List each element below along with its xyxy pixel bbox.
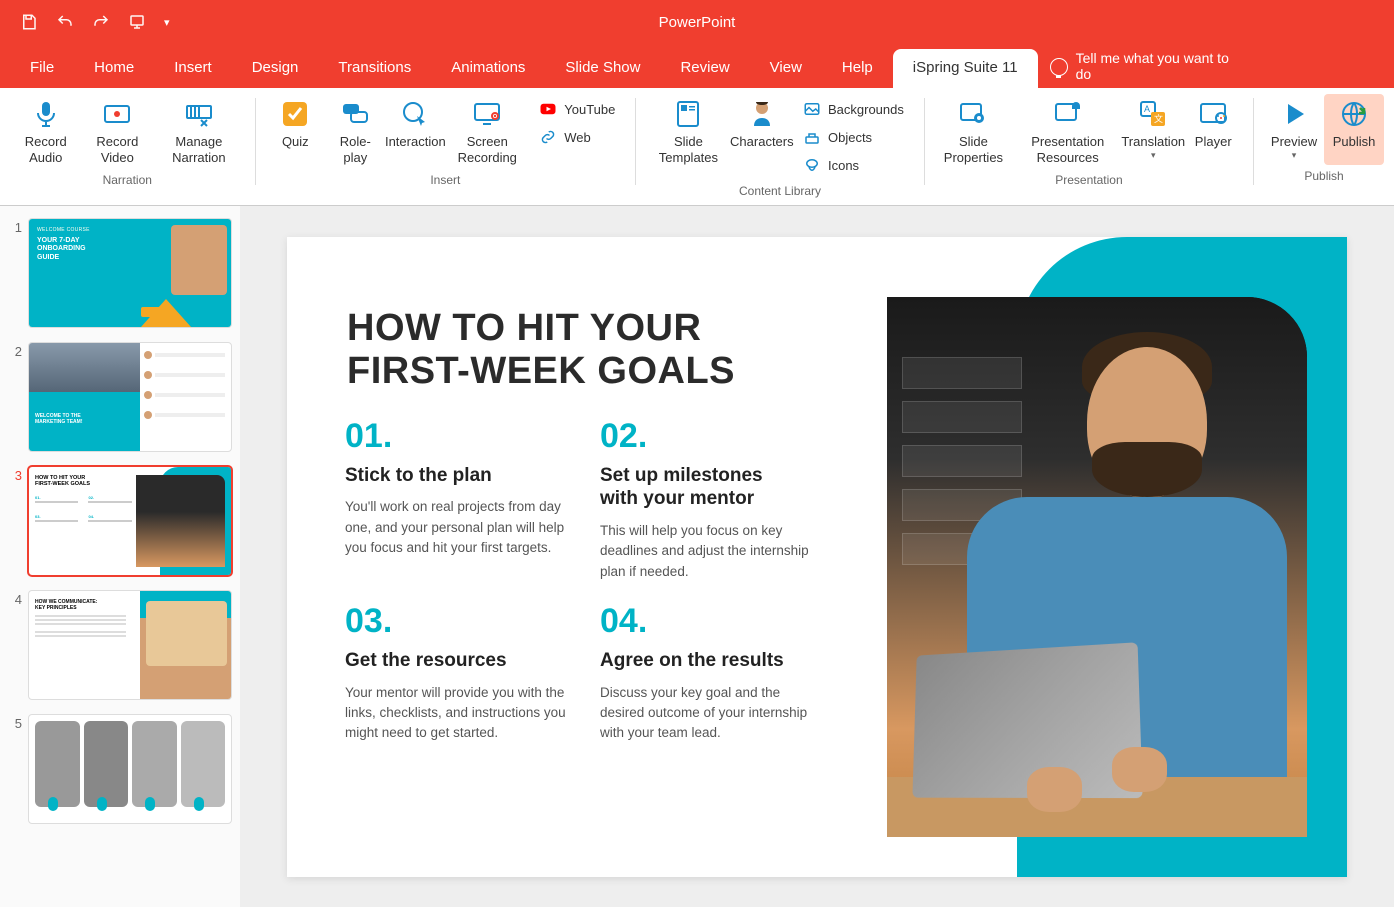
tab-animations[interactable]: Animations xyxy=(431,49,545,88)
tab-slideshow[interactable]: Slide Show xyxy=(545,49,660,88)
tab-review[interactable]: Review xyxy=(660,49,749,88)
qat-customize-icon[interactable]: ▾ xyxy=(164,16,170,29)
slide-templates-button[interactable]: Slide Templates xyxy=(646,94,730,180)
thumb-number: 1 xyxy=(8,218,22,328)
slide-canvas[interactable]: HOW TO HIT YOUR FIRST-WEEK GOALS 01. Sti… xyxy=(240,206,1394,907)
goal-item[interactable]: 02. Set up milestones with your mentor T… xyxy=(600,417,825,582)
thumb-number: 3 xyxy=(8,466,22,576)
properties-icon xyxy=(957,98,989,130)
template-icon xyxy=(672,98,704,130)
tab-help[interactable]: Help xyxy=(822,49,893,88)
character-icon xyxy=(746,98,778,130)
chevron-down-icon: ▾ xyxy=(1292,150,1297,161)
backgrounds-button[interactable]: Backgrounds xyxy=(799,98,908,120)
link-icon xyxy=(539,128,557,146)
backgrounds-icon xyxy=(803,100,821,118)
publish-button[interactable]: Publish xyxy=(1324,94,1384,165)
youtube-icon xyxy=(539,100,557,118)
play-icon xyxy=(1278,98,1310,130)
slide[interactable]: HOW TO HIT YOUR FIRST-WEEK GOALS 01. Sti… xyxy=(287,237,1347,877)
translation-icon: A文 xyxy=(1137,98,1169,130)
save-icon[interactable] xyxy=(20,13,38,31)
goal-item[interactable]: 01. Stick to the plan You'll work on rea… xyxy=(345,417,570,582)
svg-text:文: 文 xyxy=(1154,113,1163,124)
objects-icon xyxy=(803,128,821,146)
slide-properties-button[interactable]: Slide Properties xyxy=(935,94,1013,169)
slide-thumbnail-5[interactable] xyxy=(28,714,232,824)
thumb-number: 2 xyxy=(8,342,22,452)
group-title-content: Content Library xyxy=(739,180,821,204)
redo-icon[interactable] xyxy=(92,13,110,31)
group-title-publish: Publish xyxy=(1304,165,1343,189)
slide-title[interactable]: HOW TO HIT YOUR FIRST-WEEK GOALS xyxy=(347,307,735,394)
record-audio-button[interactable]: Record Audio xyxy=(10,94,81,169)
chevron-down-icon: ▾ xyxy=(1151,150,1156,161)
player-icon xyxy=(1197,98,1229,130)
tab-file[interactable]: File xyxy=(10,49,74,88)
svg-text:A: A xyxy=(1144,104,1150,114)
tab-transitions[interactable]: Transitions xyxy=(318,49,431,88)
slide-thumbnails-panel: 1 WELCOME COURSE YOUR 7-DAY ONBOARDING G… xyxy=(0,206,240,907)
slideshow-from-start-icon[interactable] xyxy=(128,13,146,31)
youtube-button[interactable]: YouTube xyxy=(535,98,619,120)
objects-button[interactable]: Objects xyxy=(799,126,876,148)
tab-ispring[interactable]: iSpring Suite 11 xyxy=(893,49,1038,88)
goal-item[interactable]: 04. Agree on the results Discuss your ke… xyxy=(600,602,825,744)
screen-recording-button[interactable]: Screen Recording xyxy=(445,94,529,169)
group-title-narration: Narration xyxy=(103,169,152,193)
app-title: PowerPoint xyxy=(659,14,736,31)
checkmark-icon xyxy=(279,98,311,130)
thumb-number: 5 xyxy=(8,714,22,824)
slide-thumbnail-2[interactable]: WELCOME TO THE MARKETING TEAM! xyxy=(28,342,232,452)
record-video-button[interactable]: Record Video xyxy=(81,94,153,169)
roleplay-button[interactable]: Role-play xyxy=(325,94,385,169)
thumb-number: 4 xyxy=(8,590,22,700)
undo-icon[interactable] xyxy=(56,13,74,31)
interaction-button[interactable]: Interaction xyxy=(385,94,445,169)
monitor-record-icon xyxy=(471,98,503,130)
slide-thumbnail-3[interactable]: HOW TO HIT YOUR FIRST-WEEK GOALS 01.02. … xyxy=(28,466,232,576)
manage-narration-button[interactable]: Manage Narration xyxy=(153,94,244,169)
tab-design[interactable]: Design xyxy=(232,49,319,88)
presentation-resources-button[interactable]: Presentation Resources xyxy=(1012,94,1123,169)
resources-icon xyxy=(1052,98,1084,130)
characters-button[interactable]: Characters xyxy=(731,94,793,180)
speech-bubbles-icon xyxy=(339,98,371,130)
goal-item[interactable]: 03. Get the resources Your mentor will p… xyxy=(345,602,570,744)
slide-thumbnail-1[interactable]: WELCOME COURSE YOUR 7-DAY ONBOARDING GUI… xyxy=(28,218,232,328)
quiz-button[interactable]: Quiz xyxy=(265,94,325,169)
icons-icon xyxy=(803,156,821,174)
tab-insert[interactable]: Insert xyxy=(154,49,232,88)
microphone-icon xyxy=(30,98,62,130)
group-title-presentation: Presentation xyxy=(1055,169,1122,193)
tab-view[interactable]: View xyxy=(750,49,822,88)
web-button[interactable]: Web xyxy=(535,126,595,148)
interaction-icon xyxy=(399,98,431,130)
scissors-film-icon xyxy=(183,98,215,130)
tab-home[interactable]: Home xyxy=(74,49,154,88)
icons-button[interactable]: Icons xyxy=(799,154,863,176)
lightbulb-icon xyxy=(1050,58,1068,76)
slide-photo xyxy=(887,297,1307,837)
preview-button[interactable]: Preview ▾ xyxy=(1264,94,1324,165)
translation-button[interactable]: A文 Translation ▾ xyxy=(1123,94,1183,169)
group-title-insert: Insert xyxy=(430,169,460,193)
tell-me-search[interactable]: Tell me what you want to do xyxy=(1038,51,1248,88)
player-button[interactable]: Player xyxy=(1183,94,1243,169)
slide-thumbnail-4[interactable]: HOW WE COMMUNICATE: KEY PRINCIPLES xyxy=(28,590,232,700)
tell-me-label: Tell me what you want to do xyxy=(1076,51,1236,82)
camera-icon xyxy=(101,98,133,130)
globe-upload-icon xyxy=(1338,98,1370,130)
